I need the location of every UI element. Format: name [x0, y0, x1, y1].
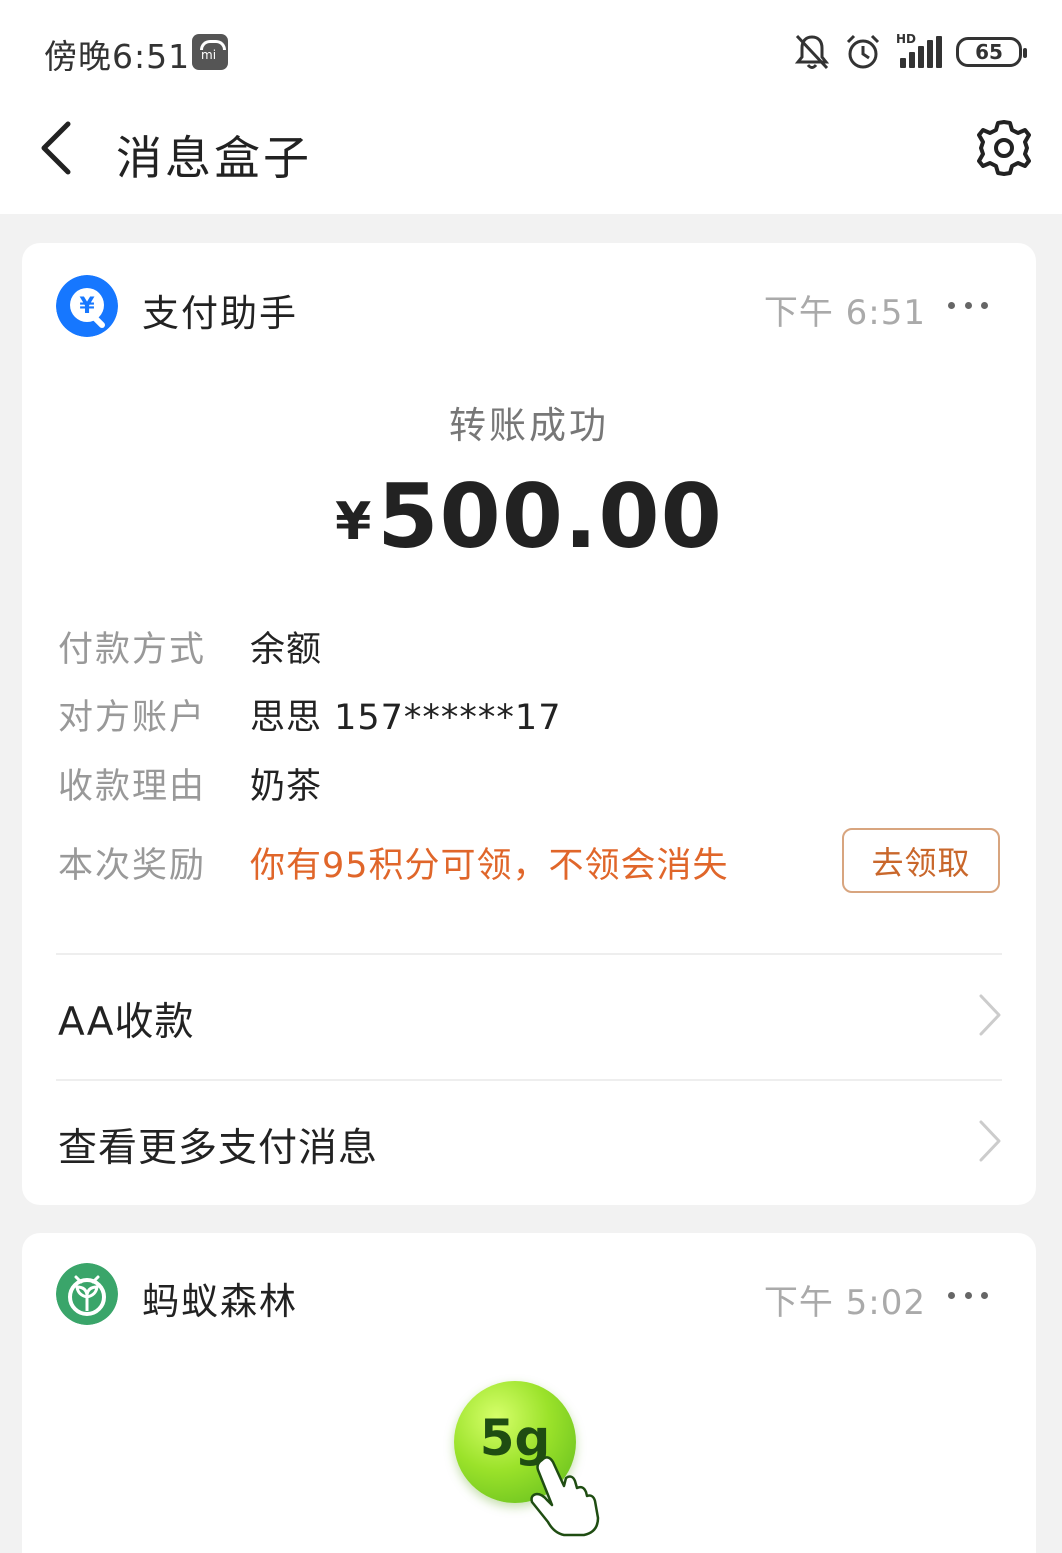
link-label: 查看更多支付消息: [58, 1126, 379, 1171]
detail-value: 余额: [250, 629, 323, 670]
mi-notification-icon: [192, 34, 228, 70]
detail-label: 付款方式: [58, 629, 207, 670]
amount-row: ¥500.00: [22, 465, 1036, 568]
svg-text:¥: ¥: [79, 294, 95, 319]
payment-message-card[interactable]: ¥ 支付助手 下午 6:51 转账成功 ¥500.00 付款方式 余额 对方账户…: [22, 243, 1036, 1205]
app-name: 支付助手: [142, 292, 298, 335]
currency-symbol: ¥: [335, 492, 372, 552]
nav-bar: 消息盒子: [0, 100, 1062, 214]
claim-reward-button[interactable]: 去领取: [842, 828, 1000, 893]
signal-icon: HD: [896, 32, 942, 68]
detail-row-reward: 本次奖励 你有95积分可领，不领会消失: [58, 837, 729, 887]
detail-label: 本次奖励: [58, 845, 207, 886]
detail-value: 奶茶: [250, 766, 323, 807]
link-label: AA收款: [58, 1000, 195, 1045]
transfer-status: 转账成功: [449, 404, 609, 447]
bell-muted-icon: [794, 34, 830, 70]
detail-row-payment-method: 付款方式 余额: [58, 621, 322, 671]
transfer-amount: 500.00: [377, 465, 723, 568]
ant-forest-sprout-icon: [56, 1263, 118, 1325]
detail-label: 对方账户: [58, 697, 207, 738]
network-type-label: HD: [896, 32, 917, 46]
battery-level: 65: [975, 40, 1003, 64]
status-time: 傍晚6:51: [44, 37, 191, 76]
detail-label: 收款理由: [58, 766, 207, 807]
page-title: 消息盒子: [116, 131, 312, 185]
alarm-icon: [846, 34, 880, 69]
detail-row-counterparty: 对方账户 思思 157******17: [58, 689, 561, 739]
detail-value: 思思 157******17: [250, 697, 562, 738]
chevron-right-icon: [979, 1120, 1001, 1162]
more-options-icon[interactable]: [948, 295, 988, 315]
chevron-right-icon: [979, 994, 1001, 1036]
more-options-icon[interactable]: [948, 1285, 988, 1305]
app-name: 蚂蚁森林: [142, 1280, 298, 1323]
message-time: 下午 5:02: [763, 1283, 926, 1323]
aa-collection-link[interactable]: AA收款: [22, 955, 1036, 1079]
message-time: 下午 6:51: [763, 293, 926, 333]
battery-icon: 65: [956, 37, 1027, 67]
tap-hand-icon: [530, 1456, 600, 1537]
alipay-yuan-icon: ¥: [56, 275, 118, 337]
status-bar: 傍晚6:51 HD 65: [0, 0, 1062, 100]
status-icons: HD 65: [794, 30, 1027, 74]
ant-forest-message-card[interactable]: 蚂蚁森林 下午 5:02 5g: [22, 1233, 1036, 1553]
gear-icon[interactable]: [974, 118, 1034, 178]
detail-row-reason: 收款理由 奶茶: [58, 758, 322, 808]
more-payment-messages-link[interactable]: 查看更多支付消息: [22, 1081, 1036, 1205]
reward-text: 你有95积分可领，不领会消失: [250, 845, 729, 886]
back-arrow-icon[interactable]: [30, 118, 90, 178]
